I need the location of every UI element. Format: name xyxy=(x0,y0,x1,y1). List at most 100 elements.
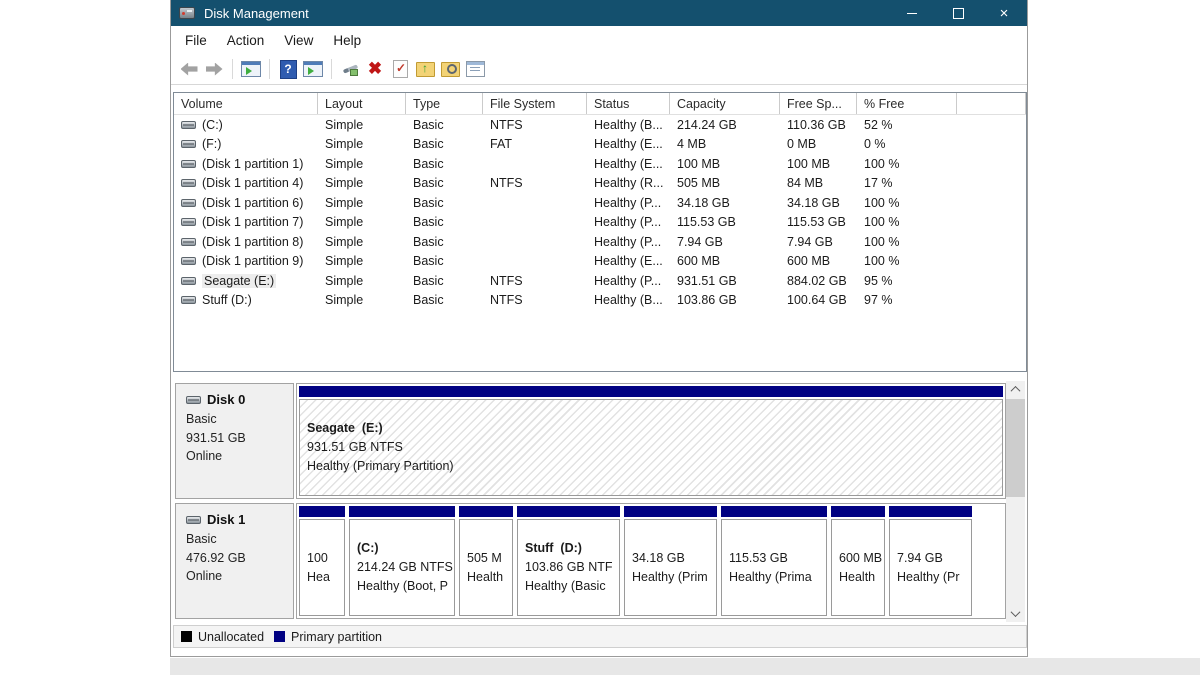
volume-name-cell: (Disk 1 partition 9) xyxy=(174,254,318,268)
volume-cell: 115.53 GB xyxy=(670,215,780,229)
titlebar[interactable]: Disk Management × xyxy=(171,0,1027,26)
volume-cell: 4 MB xyxy=(670,137,780,151)
partition-status: Health xyxy=(839,568,884,587)
disk-status: Online xyxy=(186,447,293,466)
volume-cell: Basic xyxy=(406,254,483,268)
properties-icon[interactable] xyxy=(339,58,361,80)
volume-cell: NTFS xyxy=(483,274,587,288)
scroll-up-button[interactable] xyxy=(1006,381,1025,398)
disk-icon xyxy=(186,516,201,524)
volume-cell: 600 MB xyxy=(780,254,857,268)
menu-view[interactable]: View xyxy=(274,33,323,48)
partition[interactable]: 505 M Health xyxy=(459,506,513,616)
column-header-free-sp-[interactable]: Free Sp... xyxy=(780,93,857,114)
volume-cell: Basic xyxy=(406,176,483,190)
scroll-down-button[interactable] xyxy=(1006,605,1025,622)
volume-cell: Simple xyxy=(318,293,406,307)
scrollbar-thumb[interactable] xyxy=(1006,399,1025,497)
volume-row[interactable]: (Disk 1 partition 7)SimpleBasicHealthy (… xyxy=(174,213,1026,233)
close-button[interactable]: × xyxy=(981,0,1027,26)
volume-row[interactable]: (C:)SimpleBasicNTFSHealthy (B...214.24 G… xyxy=(174,115,1026,135)
partition-size: 100 xyxy=(307,549,344,568)
partition-status: Healthy (Pr xyxy=(897,568,971,587)
partition-size: 600 MB xyxy=(839,549,884,568)
volume-cell: NTFS xyxy=(483,176,587,190)
volume-cell: Simple xyxy=(318,137,406,151)
volume-cell: 600 MB xyxy=(670,254,780,268)
options-icon[interactable] xyxy=(464,58,486,80)
column-header-capacity[interactable]: Capacity xyxy=(670,93,780,114)
volume-icon xyxy=(181,140,196,148)
volume-cell: 97 % xyxy=(857,293,957,307)
menu-file[interactable]: File xyxy=(175,33,217,48)
action-pane-icon[interactable] xyxy=(302,58,324,80)
volume-cell: Simple xyxy=(318,215,406,229)
partition[interactable]: 34.18 GB Healthy (Prim xyxy=(624,506,717,616)
partition[interactable]: Stuff (D:)103.86 GB NTF Healthy (Basic xyxy=(517,506,620,616)
partition[interactable]: Seagate (E:)931.51 GB NTFS Healthy (Prim… xyxy=(299,386,1003,496)
minimize-button[interactable] xyxy=(889,0,935,26)
column-header-volume[interactable]: Volume xyxy=(174,93,318,114)
menu-help[interactable]: Help xyxy=(323,33,371,48)
partition-status: Hea xyxy=(307,568,344,587)
partition-size: 214.24 GB NTFS xyxy=(357,558,454,577)
partition[interactable]: 100 Hea xyxy=(299,506,345,616)
delete-volume-icon[interactable] xyxy=(364,58,386,80)
disk-title: Disk 1 xyxy=(186,512,293,527)
volume-cell: Healthy (E... xyxy=(587,254,670,268)
disk-info-panel[interactable]: Disk 1 Basic 476.92 GB Online xyxy=(175,503,294,619)
volume-row[interactable]: (Disk 1 partition 4)SimpleBasicNTFSHealt… xyxy=(174,174,1026,194)
volume-row[interactable]: Stuff (D:)SimpleBasicNTFSHealthy (B...10… xyxy=(174,291,1026,311)
legend-bar: Unallocated Primary partition xyxy=(173,625,1027,648)
volume-row[interactable]: (Disk 1 partition 9)SimpleBasicHealthy (… xyxy=(174,252,1026,272)
volume-cell: 100 % xyxy=(857,235,957,249)
volume-row[interactable]: (Disk 1 partition 1)SimpleBasicHealthy (… xyxy=(174,154,1026,174)
partition-color-band xyxy=(299,506,345,517)
column-header--free[interactable]: % Free xyxy=(857,93,957,114)
column-header-status[interactable]: Status xyxy=(587,93,670,114)
maximize-button[interactable] xyxy=(935,0,981,26)
partition[interactable]: 7.94 GB Healthy (Pr xyxy=(889,506,972,616)
menu-bar: FileActionViewHelp xyxy=(171,26,1027,54)
forward-arrow[interactable] xyxy=(203,58,225,80)
disk-info-panel[interactable]: Disk 0 Basic 931.51 GB Online xyxy=(175,383,294,499)
console-tree-icon[interactable] xyxy=(240,58,262,80)
volume-row[interactable]: (Disk 1 partition 8)SimpleBasicHealthy (… xyxy=(174,232,1026,252)
partition[interactable]: 115.53 GB Healthy (Prima xyxy=(721,506,827,616)
partition[interactable]: 600 MB Health xyxy=(831,506,885,616)
toolbar-separator xyxy=(331,59,332,79)
volume-row[interactable]: (F:)SimpleBasicFATHealthy (E...4 MB0 MB0… xyxy=(174,135,1026,155)
disk-icon xyxy=(186,396,201,404)
mark-active-icon[interactable] xyxy=(389,58,411,80)
back-arrow[interactable] xyxy=(178,58,200,80)
volume-cell: 100 MB xyxy=(670,157,780,171)
column-header-layout[interactable]: Layout xyxy=(318,93,406,114)
partition-label: Stuff (D:) xyxy=(525,539,619,558)
volume-cell: 52 % xyxy=(857,118,957,132)
partition-label: (C:) xyxy=(357,539,454,558)
window-controls: × xyxy=(889,0,1027,26)
column-header-type[interactable]: Type xyxy=(406,93,483,114)
volume-cell: 7.94 GB xyxy=(670,235,780,249)
partition[interactable]: (C:)214.24 GB NTFS Healthy (Boot, P xyxy=(349,506,455,616)
column-header-filler xyxy=(957,93,1026,114)
volume-cell: NTFS xyxy=(483,293,587,307)
volume-cell: 0 % xyxy=(857,137,957,151)
partition-color-band xyxy=(721,506,827,517)
volume-cell: 7.94 GB xyxy=(780,235,857,249)
disk-type: Basic xyxy=(186,530,293,549)
volume-row[interactable]: (Disk 1 partition 6)SimpleBasicHealthy (… xyxy=(174,193,1026,213)
partition-color-band xyxy=(624,506,717,517)
volume-cell: Healthy (E... xyxy=(587,137,670,151)
open-folder-icon[interactable] xyxy=(414,58,436,80)
menu-action[interactable]: Action xyxy=(217,33,275,48)
vertical-scrollbar[interactable] xyxy=(1006,381,1025,622)
column-header-file-system[interactable]: File System xyxy=(483,93,587,114)
app-icon xyxy=(179,7,195,19)
partition-status: Health xyxy=(467,568,512,587)
volume-cell: Healthy (P... xyxy=(587,235,670,249)
volume-row[interactable]: Seagate (E:)SimpleBasicNTFSHealthy (P...… xyxy=(174,271,1026,291)
explore-folder-icon[interactable] xyxy=(439,58,461,80)
help-icon[interactable] xyxy=(277,58,299,80)
volume-icon xyxy=(181,296,196,304)
